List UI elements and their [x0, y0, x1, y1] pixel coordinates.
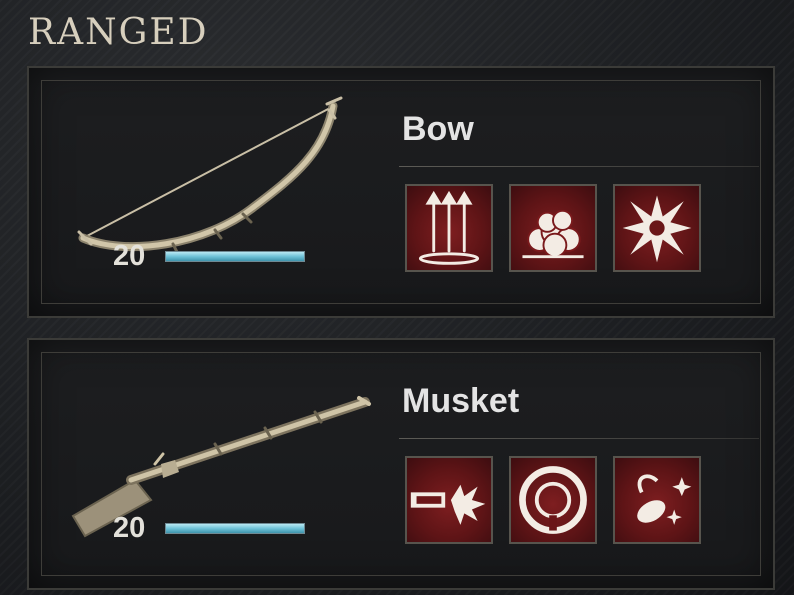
- ability-target-ring[interactable]: [509, 456, 597, 544]
- triple-arrows-icon: [418, 190, 480, 265]
- ability-triple-arrows[interactable]: [405, 184, 493, 272]
- weapon-card-musket[interactable]: 20 Musket: [27, 338, 775, 590]
- ability-powder-sparkle[interactable]: [613, 456, 701, 544]
- bullet-impact-icon: [410, 484, 486, 525]
- divider: [399, 438, 759, 439]
- weapon-level: 20: [113, 512, 146, 544]
- divider: [399, 166, 759, 167]
- weapon-level: 20: [113, 240, 146, 272]
- progress-bar: [165, 523, 305, 534]
- progress-bar-fill: [166, 252, 304, 261]
- progress-bar-fill: [166, 524, 304, 533]
- section-title: RANGED: [28, 12, 209, 53]
- progress-bar: [165, 251, 305, 262]
- weapon-name: Musket: [402, 382, 520, 420]
- target-ring-icon: [519, 466, 587, 534]
- weapon-name: Bow: [402, 110, 474, 148]
- ability-smoke-cloud[interactable]: [509, 184, 597, 272]
- ability-bullet-impact[interactable]: [405, 456, 493, 544]
- powder-sparkle-icon: [637, 474, 692, 525]
- smoke-cloud-icon: [522, 209, 584, 259]
- ability-explosion-burst[interactable]: [613, 184, 701, 272]
- explosion-burst-icon: [622, 195, 692, 263]
- weapon-card-bow[interactable]: 20 Bow: [27, 66, 775, 318]
